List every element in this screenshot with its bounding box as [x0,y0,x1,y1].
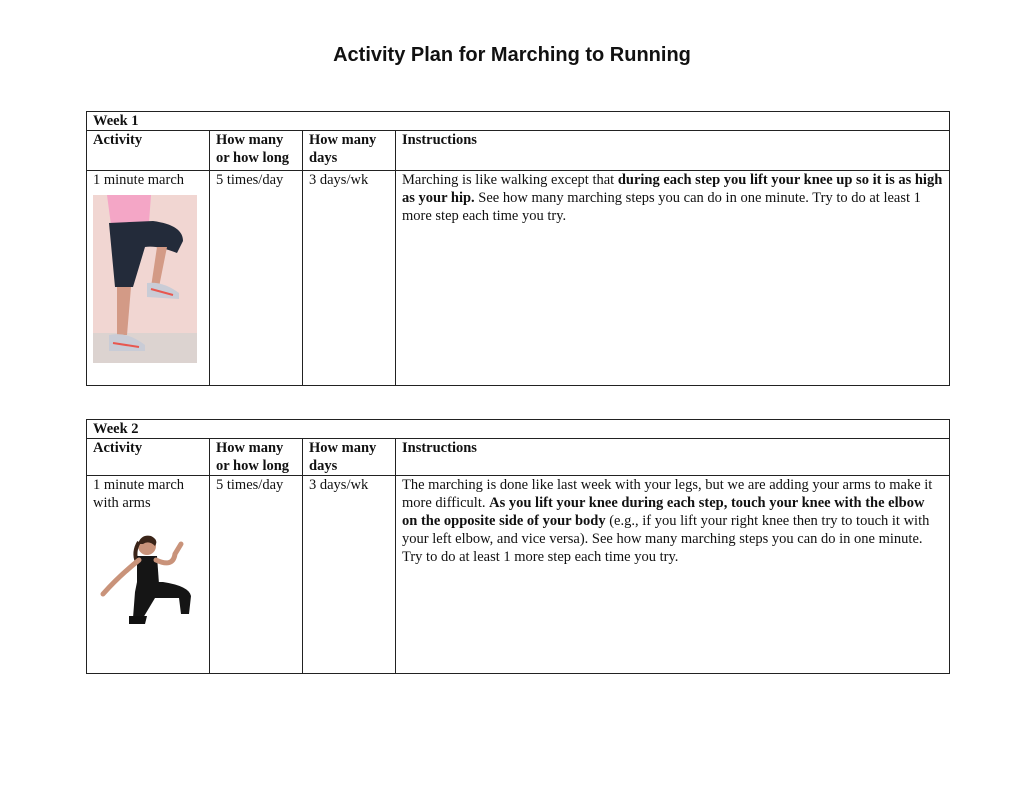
marching-photo [93,195,197,363]
activity-name-line2: with arms [93,495,151,511]
activity-name-line1: 1 minute march [93,477,185,493]
header-days-line2: days [309,458,338,474]
how-many-value: 5 times/day [216,172,284,188]
week-label: Week 1 [93,113,139,129]
header-activity: Activity [93,132,143,148]
instructions-text: Marching is like walking except that dur… [394,170,951,386]
instructions-part-1: Marching is like walking except that [402,172,618,188]
week-2-table: Week 2 Activity How many or how long How… [85,419,951,674]
week-label: Week 2 [93,421,139,437]
header-how-many-line1: How many [216,132,284,148]
marching-with-arms-photo [100,535,191,624]
header-days-line1: How many [309,132,377,148]
instructions-part-2: See how many marching steps you can do i… [402,190,921,224]
header-instructions: Instructions [402,440,477,456]
days-value: 3 days/wk [309,172,369,188]
week-1-table: Week 1 Activity How many or how long How… [85,111,951,386]
how-many-value: 5 times/day [216,477,284,493]
header-how-many-line2: or how long [216,150,290,166]
header-days-line2: days [309,150,338,166]
instructions-text: The marching is done like last week with… [394,475,951,674]
header-activity: Activity [93,440,143,456]
header-how-many-line1: How many [216,440,284,456]
header-how-many-line2: or how long [216,458,290,474]
days-value: 3 days/wk [309,477,369,493]
header-instructions: Instructions [402,132,477,148]
activity-name: 1 minute march [93,172,185,188]
document-title: Activity Plan for Marching to Running [333,44,691,66]
header-days-line1: How many [309,440,377,456]
